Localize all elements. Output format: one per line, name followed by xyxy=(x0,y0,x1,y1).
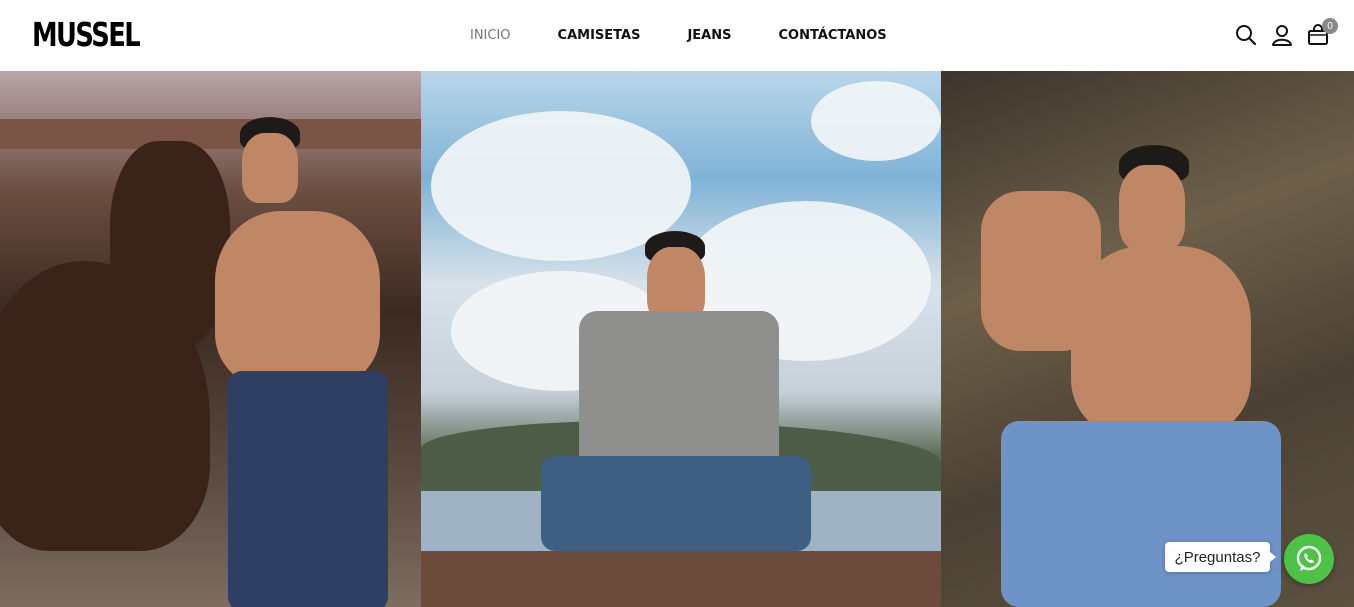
site-header: MUSSEL INICIO CAMISETAS JEANS CONTÁCTANO… xyxy=(0,0,1354,71)
model-torso-shape xyxy=(215,211,380,386)
model-jeans-shape xyxy=(541,456,811,551)
whatsapp-button[interactable] xyxy=(1284,534,1334,584)
model-head-shape xyxy=(242,133,298,203)
nav-item-camisetas[interactable]: CAMISETAS xyxy=(558,28,641,44)
horse-head-shape xyxy=(110,141,230,351)
account-button[interactable] xyxy=(1270,20,1294,50)
hero-image-horse[interactable] xyxy=(0,71,421,607)
whatsapp-questions-bubble[interactable]: ¿Preguntas? xyxy=(1165,542,1276,572)
hero-image-lake[interactable] xyxy=(421,71,941,607)
cloud-shape xyxy=(811,81,941,161)
whatsapp-icon xyxy=(1296,545,1322,571)
hero-image-hay[interactable] xyxy=(941,71,1354,607)
model-head-shape xyxy=(1119,165,1185,251)
user-icon xyxy=(1272,25,1292,46)
search-button[interactable] xyxy=(1234,20,1258,50)
cart-button[interactable]: 0 xyxy=(1306,18,1338,50)
nav-item-inicio[interactable]: INICIO xyxy=(470,28,511,44)
model-torso-shape xyxy=(1071,246,1251,436)
model-jeans-shape xyxy=(228,371,388,607)
brand-logo[interactable]: MUSSEL xyxy=(32,16,141,54)
model-jeans-shape xyxy=(1001,421,1281,607)
nav-item-jeans[interactable]: JEANS xyxy=(687,28,731,44)
header-actions: 0 xyxy=(1234,18,1338,50)
nav-item-contactanos[interactable]: CONTÁCTANOS xyxy=(778,28,886,44)
brush-shape xyxy=(421,551,941,607)
search-icon xyxy=(1236,25,1257,46)
roof-shape xyxy=(0,119,421,149)
cart-count-badge: 0 xyxy=(1322,18,1338,34)
model-tshirt-shape xyxy=(579,311,779,476)
hero-gallery xyxy=(0,71,1354,607)
main-nav: INICIO CAMISETAS JEANS CONTÁCTANOS xyxy=(470,28,934,44)
